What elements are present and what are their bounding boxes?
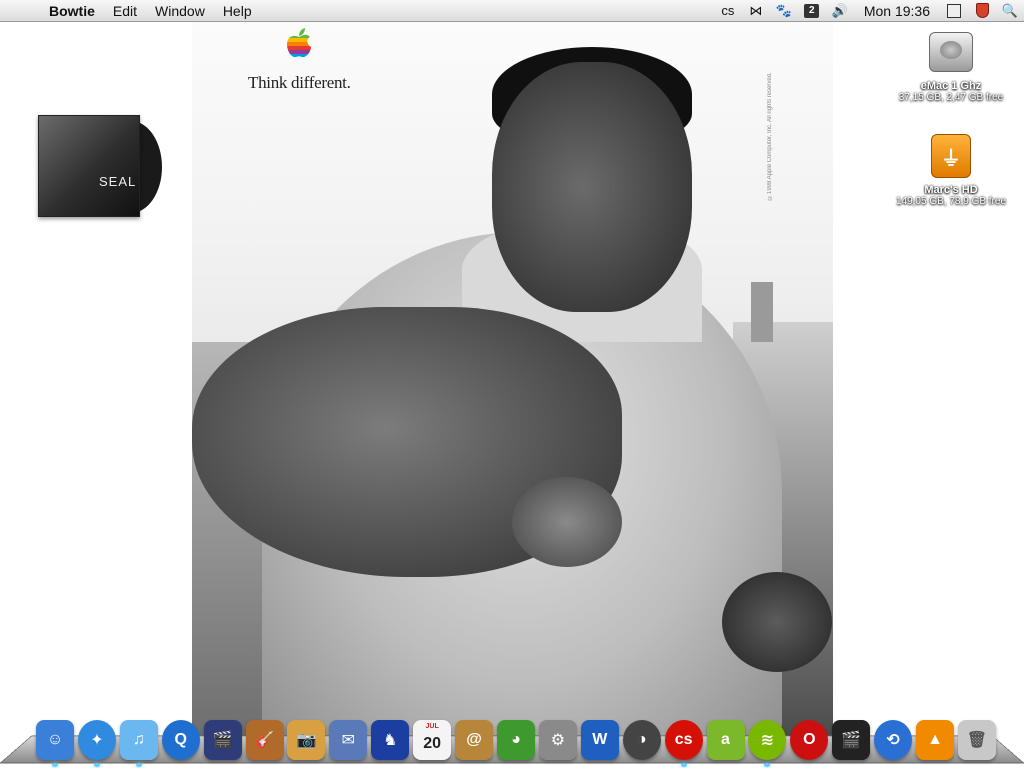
apple-logo-icon <box>287 28 311 58</box>
wiki-icon[interactable]: W <box>580 720 619 760</box>
lastfm-icon[interactable]: cs <box>714 0 742 22</box>
ical-day-label: 20 <box>423 735 442 752</box>
status-area: cs ⋈ 🐾 2 🔊 Mon 19:36 🔍 <box>714 0 1024 22</box>
vlc-glyph: ▲ <box>927 731 943 748</box>
garageband-glyph: 🎸 <box>254 732 275 749</box>
front-row-icon[interactable]: 🎬 <box>832 720 871 760</box>
adium-icon[interactable]: ◕ <box>496 720 535 760</box>
album-cover-text: SEAL <box>99 174 137 189</box>
growl-glyph: ♞ <box>383 732 398 749</box>
spotify-icon[interactable]: ≋ <box>748 720 787 767</box>
usb-drive-icon: ⏚ <box>931 134 971 178</box>
menu-bar: Bowtie Edit Window Help cs ⋈ 🐾 2 🔊 Mon 1… <box>0 0 1024 22</box>
trash-glyph: 🗑 <box>966 732 988 749</box>
camino-icon[interactable]: ◑ <box>622 720 661 760</box>
drive-marcs-info: 149,05 GB, 78,9 GB free <box>895 196 1007 207</box>
menu-edit[interactable]: Edit <box>104 0 146 22</box>
bowtie-icon[interactable]: ⋈ <box>742 0 770 22</box>
trash-icon[interactable]: 🗑 <box>957 720 996 760</box>
menu-clock[interactable]: Mon 19:36 <box>854 3 940 19</box>
itunes-glyph: ♫ <box>132 731 145 748</box>
quicktime-icon[interactable]: Q <box>161 720 200 760</box>
drive-emac-name: eMac 1 Ghz <box>920 80 982 92</box>
think-different-tagline: Think different. <box>248 73 351 92</box>
seal-album-icon[interactable]: SEAL <box>38 115 162 217</box>
volume-icon[interactable]: 🔊 <box>826 0 854 22</box>
menu-help[interactable]: Help <box>214 0 261 22</box>
adium-glyph: ◕ <box>511 731 521 748</box>
app-menu-bowtie[interactable]: Bowtie <box>40 0 104 22</box>
finder-icon[interactable]: ☺ <box>36 720 74 767</box>
album-cover: SEAL <box>38 115 140 217</box>
itunes-icon[interactable]: ♫ <box>119 720 158 767</box>
garageband-icon[interactable]: 🎸 <box>245 720 284 760</box>
front-row-glyph: 🎬 <box>841 732 862 749</box>
window-square-icon[interactable] <box>940 0 968 22</box>
finder-glyph: ☺ <box>46 731 64 748</box>
paw-icon[interactable]: 🐾 <box>770 0 798 22</box>
drive-marcs-name: Marc's HD <box>924 184 978 196</box>
drive-emac[interactable]: eMac 1 Ghz 37,15 GB, 2,47 GB free <box>896 32 1006 103</box>
safari-glyph: ✦ <box>90 732 104 749</box>
desktop-wallpaper: ©1998 Apple Computer, Inc. All rights re… <box>192 22 833 737</box>
mail-icon[interactable]: ✉ <box>329 720 368 760</box>
drive-emac-info: 37,15 GB, 2,47 GB free <box>898 92 1004 103</box>
mail-glyph: ✉ <box>341 732 356 749</box>
iphoto-glyph: 📷 <box>296 732 317 749</box>
poster-copyright: ©1998 Apple Computer, Inc. All rights re… <box>767 72 773 200</box>
growl-icon[interactable]: ♞ <box>371 720 410 760</box>
amazon-mp3-glyph: a <box>721 731 730 748</box>
ical-month-label: JUL <box>425 723 439 730</box>
ical-icon[interactable]: JUL 20 <box>413 720 452 760</box>
spotlight-search-icon[interactable]: 🔍 <box>996 0 1024 22</box>
drive-marcs-hd[interactable]: ⏚ Marc's HD 149,05 GB, 78,9 GB free <box>892 134 1010 207</box>
address-book-glyph: @ <box>466 731 482 748</box>
menu-window[interactable]: Window <box>146 0 214 22</box>
wiki-glyph: W <box>592 731 608 748</box>
dock: ☺ ✦ ♫ Q 🎬 🎸 📷 ✉ ♞ JUL 20 @ ◕ ⚙ W ◑ cs a ≋ O 🎬 ⟲ ▲ 🗑 <box>36 710 996 767</box>
translate-icon-glyph: 2 <box>804 3 820 18</box>
opera-icon[interactable]: O <box>790 720 829 760</box>
vlc-icon[interactable]: ▲ <box>916 720 955 760</box>
system-preferences-icon[interactable]: ⚙ <box>538 720 577 760</box>
amazon-mp3-icon[interactable]: a <box>706 720 745 760</box>
time-machine-glyph: ⟲ <box>886 732 900 749</box>
safari-icon[interactable]: ✦ <box>77 720 116 767</box>
lastfm-app-glyph: cs <box>674 731 693 748</box>
imovie-glyph: 🎬 <box>212 732 233 749</box>
imovie-icon[interactable]: 🎬 <box>203 720 242 760</box>
iphoto-icon[interactable]: 📷 <box>287 720 326 760</box>
opera-glyph: O <box>803 731 816 748</box>
address-book-icon[interactable]: @ <box>455 720 494 760</box>
camino-glyph: ◑ <box>636 731 647 748</box>
system-preferences-glyph: ⚙ <box>550 732 566 749</box>
time-machine-icon[interactable]: ⟲ <box>874 720 913 760</box>
spotify-glyph: ≋ <box>760 732 775 749</box>
hard-drive-icon <box>929 32 973 72</box>
translate-icon[interactable]: 2 <box>798 0 826 22</box>
fist-photo <box>192 307 622 577</box>
shield-icon[interactable] <box>968 0 996 22</box>
quicktime-glyph: Q <box>174 731 187 748</box>
lastfm-app-icon[interactable]: cs <box>664 720 703 767</box>
